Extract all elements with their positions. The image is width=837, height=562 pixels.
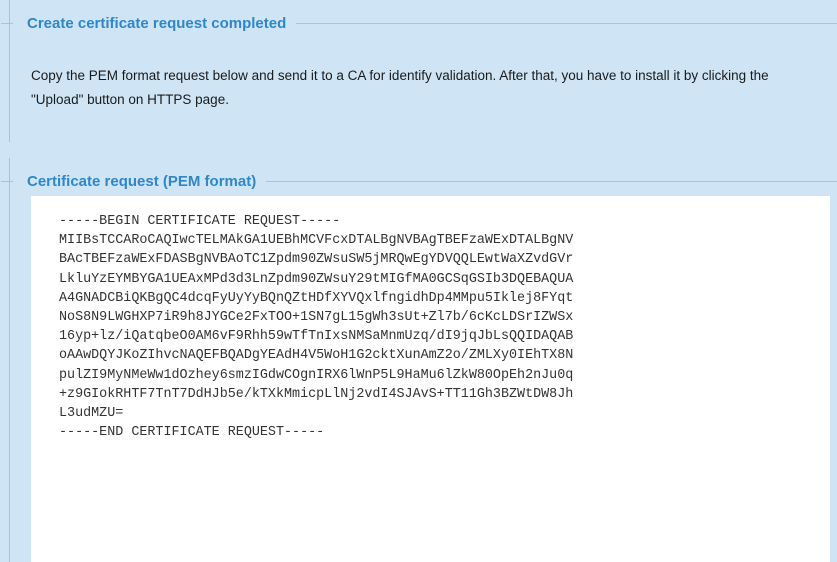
legend-divider (296, 22, 837, 24)
legend-divider (1, 180, 13, 182)
pem-section-title: Certificate request (PEM format) (27, 172, 257, 190)
pem-request-textarea[interactable]: -----BEGIN CERTIFICATE REQUEST----- MIIB… (31, 196, 830, 562)
create-completed-title: Create certificate request completed (27, 14, 287, 32)
legend-divider (266, 180, 837, 182)
instructions-text: Copy the PEM format request below and se… (31, 68, 769, 107)
section-separator (0, 147, 837, 153)
create-completed-fieldset: Create certificate request completed Cop… (1, 0, 837, 142)
legend-divider (1, 22, 13, 24)
pem-fieldset: Certificate request (PEM format) -----BE… (1, 158, 837, 562)
create-completed-legend-row: Create certificate request completed (1, 13, 837, 33)
pem-legend-row: Certificate request (PEM format) (1, 171, 837, 191)
